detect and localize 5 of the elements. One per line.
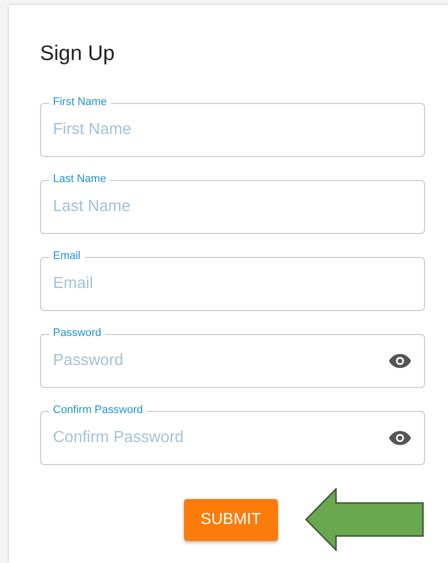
submit-button[interactable]: SUBMIT [184,498,278,540]
arrow-icon [305,488,425,551]
eye-icon[interactable] [389,354,411,368]
form-title: Sign Up [40,41,116,67]
eye-icon[interactable] [389,431,411,445]
